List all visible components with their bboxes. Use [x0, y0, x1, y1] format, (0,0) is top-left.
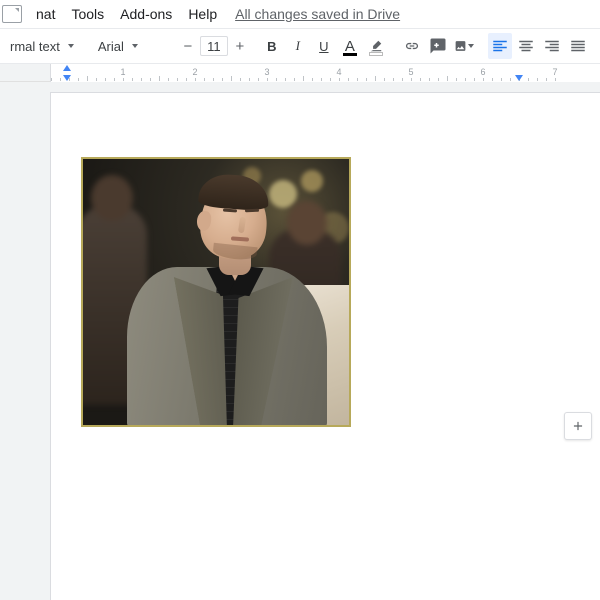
ruler-mark: 2: [192, 67, 197, 77]
font-size-decrease[interactable]: −: [180, 38, 196, 55]
insert-image-button[interactable]: [452, 33, 476, 59]
right-indent-marker[interactable]: [515, 75, 523, 81]
ruler-mark: 6: [480, 67, 485, 77]
chevron-down-icon: [468, 44, 474, 48]
plus-icon: [571, 419, 585, 433]
doc-outline-icon[interactable]: [2, 5, 22, 23]
font-size-input[interactable]: [200, 36, 228, 56]
font-size-increase[interactable]: +: [232, 38, 248, 55]
font-family-label: Arial: [98, 39, 124, 54]
ruler-mark: 4: [336, 67, 341, 77]
chevron-down-icon: [68, 44, 74, 48]
text-color-button[interactable]: A: [338, 33, 362, 59]
horizontal-ruler[interactable]: 1 2 3 4 5 6 7: [50, 64, 600, 82]
align-right-icon: [543, 37, 561, 55]
embedded-image[interactable]: [81, 157, 351, 427]
align-center-button[interactable]: [514, 33, 538, 59]
add-comment-button[interactable]: [426, 33, 450, 59]
first-line-indent-marker[interactable]: [63, 65, 71, 71]
align-left-button[interactable]: [488, 33, 512, 59]
menu-tools[interactable]: Tools: [63, 2, 112, 26]
editor-canvas[interactable]: [0, 82, 600, 600]
menu-addons[interactable]: Add-ons: [112, 2, 180, 26]
menu-format[interactable]: nat: [28, 2, 63, 26]
ruler-area: 1 2 3 4 5 6 7: [0, 64, 600, 82]
comment-plus-icon: [429, 37, 447, 55]
paragraph-style-label: rmal text: [10, 39, 60, 54]
text-color-letter: A: [345, 38, 355, 55]
align-left-icon: [491, 37, 509, 55]
explore-button[interactable]: [564, 412, 592, 440]
menu-bar: nat Tools Add-ons Help All changes saved…: [0, 0, 600, 28]
underline-button[interactable]: U: [312, 33, 336, 59]
left-indent-marker[interactable]: [63, 75, 71, 81]
chevron-down-icon: [132, 44, 138, 48]
bold-button[interactable]: B: [260, 33, 284, 59]
align-center-icon: [517, 37, 535, 55]
save-status[interactable]: All changes saved in Drive: [225, 2, 410, 26]
menu-help[interactable]: Help: [180, 2, 225, 26]
link-icon: [403, 37, 421, 55]
toolbar: rmal text Arial − + B I U A: [0, 28, 600, 64]
ruler-mark: 5: [408, 67, 413, 77]
font-family-dropdown[interactable]: Arial: [92, 34, 168, 58]
highlight-color-button[interactable]: [364, 33, 388, 59]
align-right-button[interactable]: [540, 33, 564, 59]
align-justify-button[interactable]: [566, 33, 590, 59]
image-content: [83, 159, 349, 425]
font-size-control: − +: [180, 36, 248, 56]
ruler-mark: 1: [120, 67, 125, 77]
align-justify-icon: [569, 37, 587, 55]
highlighter-icon: [369, 39, 383, 53]
ruler-mark: 7: [552, 67, 557, 77]
ruler-mark: 3: [264, 67, 269, 77]
document-page[interactable]: [50, 92, 600, 600]
paragraph-style-dropdown[interactable]: rmal text: [4, 34, 80, 58]
image-icon: [454, 37, 467, 55]
italic-button[interactable]: I: [286, 33, 310, 59]
insert-link-button[interactable]: [400, 33, 424, 59]
